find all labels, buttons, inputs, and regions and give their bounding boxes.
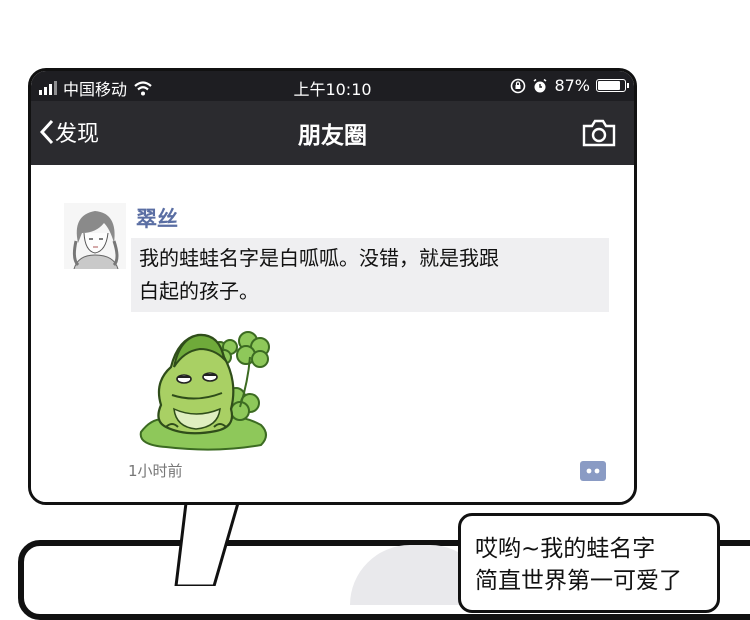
navigation-bar: 发现 朋友圈 (31, 101, 634, 165)
page-title: 朋友圈 (298, 123, 367, 149)
battery-percent: 87% (554, 76, 590, 95)
post-text: 我的蛙蛙名字是白呱呱。没错，就是我跟 白起的孩子。 (131, 238, 609, 312)
avatar[interactable] (64, 203, 126, 269)
moments-feed: 翠丝 我的蛙蛙名字是白呱呱。没错，就是我跟 白起的孩子。 1小时前 (31, 165, 634, 502)
phone-frame: 中国移动 上午10:10 87% 发现 朋友圈 翠丝 我的蛙蛙名字是白呱呱。没错… (28, 68, 637, 505)
post-time: 1小时前 (128, 462, 183, 480)
alarm-icon (533, 78, 547, 92)
speech-line-1: 哎哟~我的蛙名字 (475, 536, 656, 562)
post-text-line-1: 我的蛙蛙名字是白呱呱。没错，就是我跟 (139, 246, 499, 270)
comment-icon[interactable] (580, 461, 606, 481)
battery-level (598, 81, 620, 90)
speech-bubble: 哎哟~我的蛙名字 简直世界第一可爱了 (458, 513, 720, 613)
battery-icon (596, 79, 629, 92)
camera-icon (582, 119, 616, 147)
frog-sticker-image[interactable] (136, 327, 306, 452)
camera-button[interactable] (582, 119, 616, 151)
status-bar: 中国移动 上午10:10 87% (31, 71, 634, 101)
rotation-lock-icon (511, 78, 526, 93)
speech-line-2: 简直世界第一可爱了 (475, 568, 682, 594)
post-text-line-2: 白起的孩子。 (139, 279, 259, 303)
post-author[interactable]: 翠丝 (136, 203, 178, 233)
